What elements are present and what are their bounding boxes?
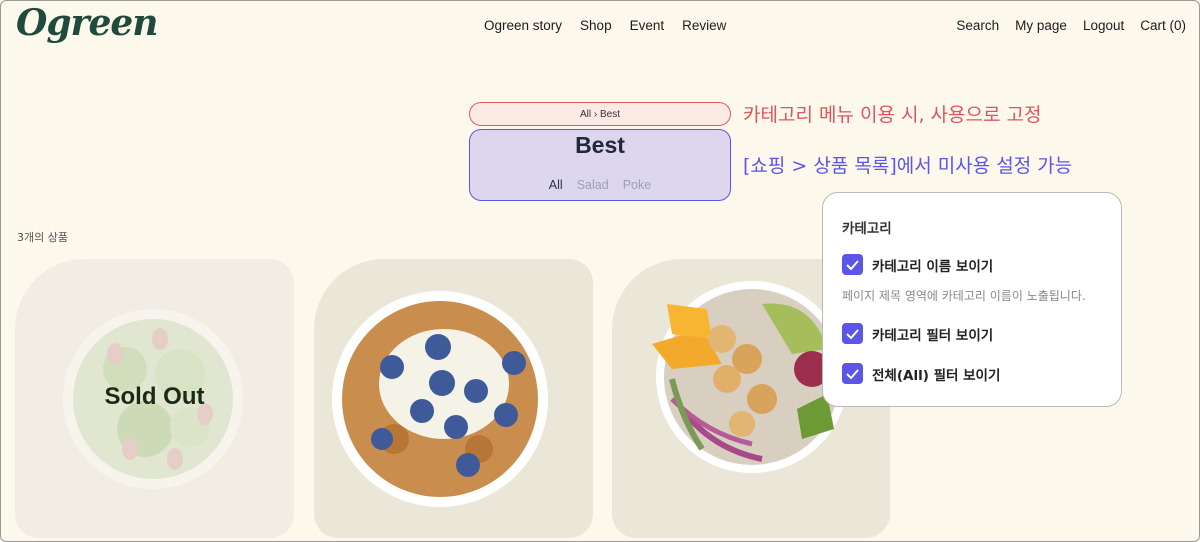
show-category-filter-label: 카테고리 필터 보이기 <box>872 327 994 344</box>
annotation-optional-setting: [쇼핑 > 상품 목록]에서 미사용 설정 가능 <box>743 155 1073 177</box>
checkbox-checked-icon[interactable] <box>842 254 863 275</box>
show-all-filter-label: 전체(All) 필터 보이기 <box>872 367 1001 384</box>
my-page-link[interactable]: My page <box>1015 18 1067 33</box>
show-category-name-description: 페이지 제목 영역에 카테고리 이름이 노출됩니다. <box>842 289 1086 303</box>
product-count: 3개의 상품 <box>17 231 68 244</box>
nav-ogreen-story[interactable]: Ogreen story <box>484 18 562 33</box>
nav-review[interactable]: Review <box>682 18 726 33</box>
main-nav: Ogreen story Shop Event Review <box>484 18 726 33</box>
annotation-fixed-usage: 카테고리 메뉴 이용 시, 사용으로 고정 <box>743 104 1042 126</box>
show-all-filter-option[interactable]: 전체(All) 필터 보이기 <box>842 363 1000 384</box>
sold-out-label: Sold Out <box>104 383 205 410</box>
checkbox-checked-icon[interactable] <box>842 363 863 384</box>
granola-bowl-image <box>332 291 548 507</box>
product-card-granola[interactable] <box>314 259 593 538</box>
category-settings-panel: 카테고리 카테고리 이름 보이기 페이지 제목 영역에 카테고리 이름이 노출됩… <box>822 192 1122 407</box>
panel-title: 카테고리 <box>842 221 892 237</box>
breadcrumb[interactable]: All › Best <box>469 102 731 126</box>
cart-link[interactable]: Cart (0) <box>1140 18 1186 33</box>
category-title-block: Best All Salad Poke <box>469 129 731 201</box>
logout-link[interactable]: Logout <box>1083 18 1124 33</box>
nav-event[interactable]: Event <box>630 18 665 33</box>
brand-logo[interactable]: Ogreen <box>16 2 158 44</box>
checkbox-checked-icon[interactable] <box>842 323 863 344</box>
show-category-filter-option[interactable]: 카테고리 필터 보이기 <box>842 323 993 344</box>
filter-poke[interactable]: Poke <box>623 178 652 192</box>
show-category-name-option[interactable]: 카테고리 이름 보이기 <box>842 254 993 275</box>
category-filters: All Salad Poke <box>470 178 730 192</box>
product-card-salad[interactable]: Sold Out <box>15 259 294 538</box>
nav-shop[interactable]: Shop <box>580 18 612 33</box>
filter-all[interactable]: All <box>549 178 563 192</box>
page-title: Best <box>575 132 625 158</box>
show-category-name-label: 카테고리 이름 보이기 <box>872 258 994 275</box>
filter-salad[interactable]: Salad <box>577 178 609 192</box>
utility-nav: Search My page Logout Cart (0) <box>956 18 1186 33</box>
search-link[interactable]: Search <box>956 18 999 33</box>
